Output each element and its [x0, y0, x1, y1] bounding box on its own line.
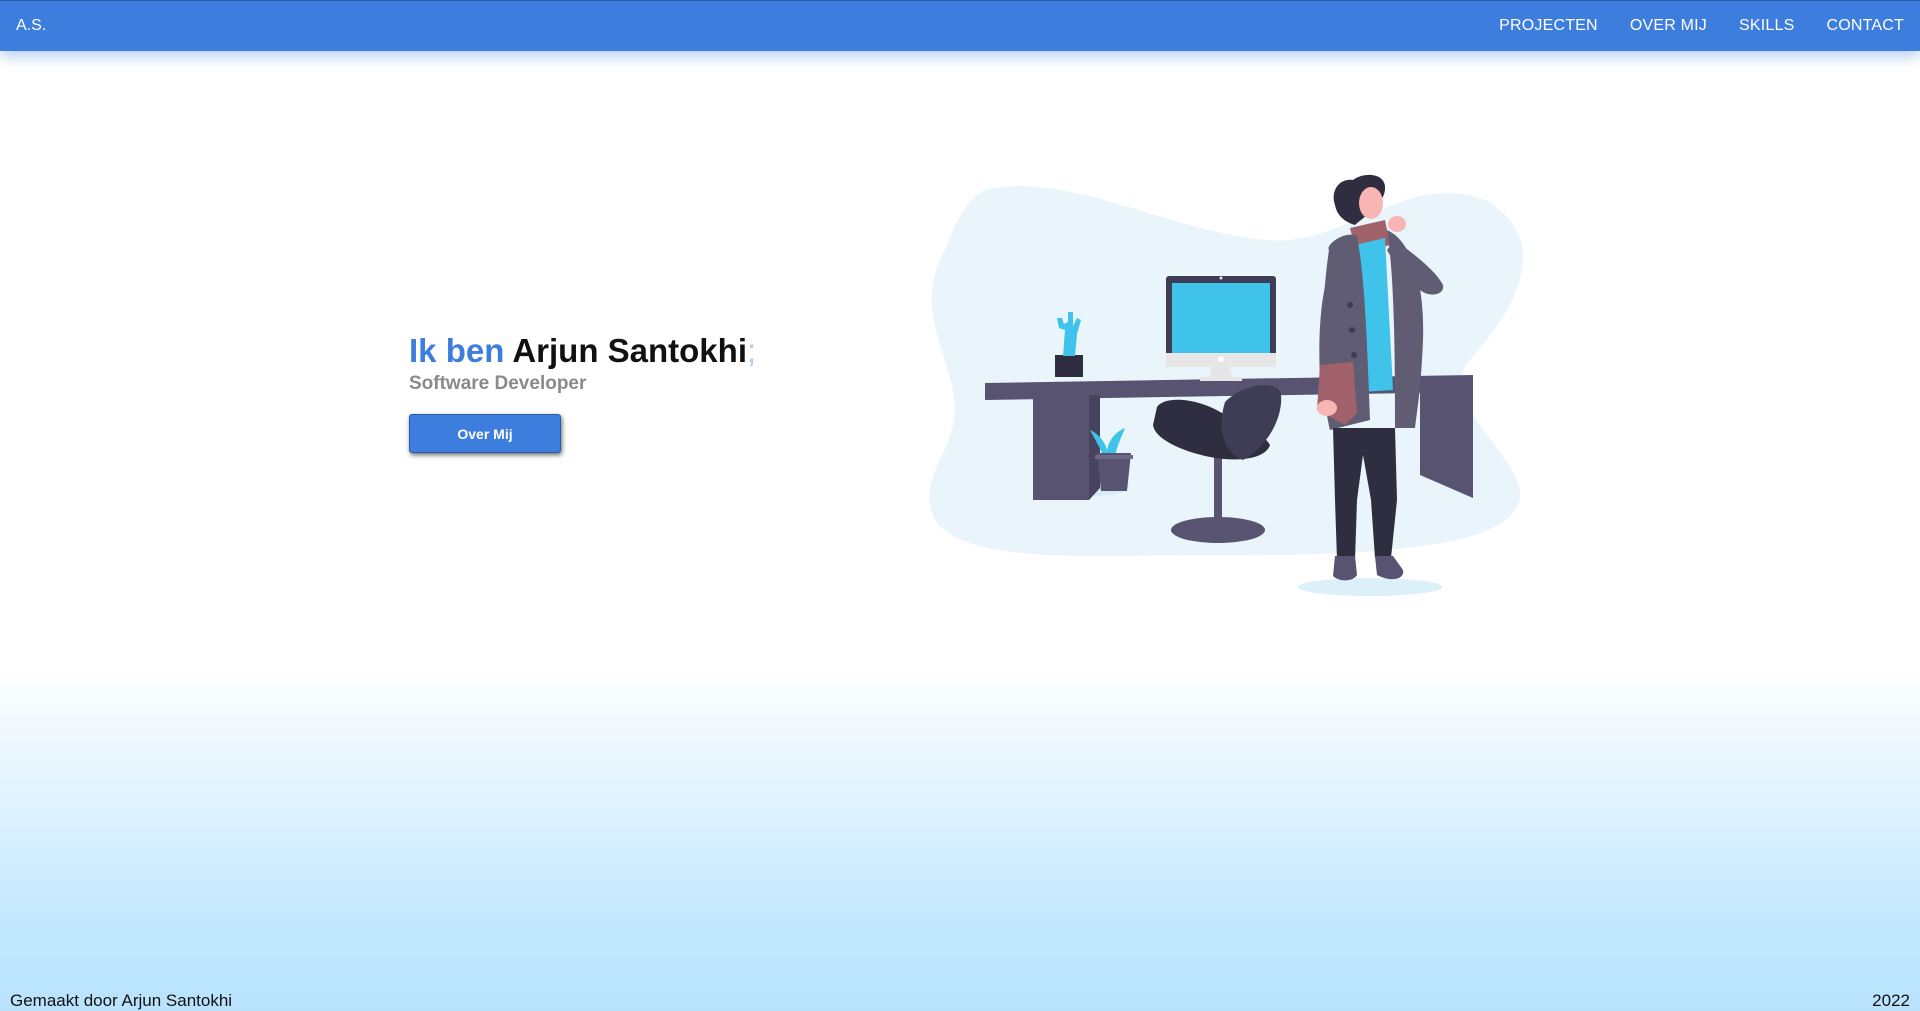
person-left-shoe: [1333, 556, 1357, 581]
monitor-camera: [1219, 276, 1223, 280]
hero-subtitle: Software Developer: [409, 373, 587, 395]
hero-greeting: Ik ben: [409, 332, 505, 369]
cactus-pot: [1055, 355, 1083, 377]
person-hand-down: [1317, 400, 1337, 416]
monitor-stand-base: [1200, 377, 1242, 381]
person-at-desk-illustration: [929, 174, 1523, 596]
person-hand-up: [1388, 216, 1406, 232]
nav-link-skills[interactable]: SKILLS: [1739, 17, 1794, 35]
nav-links: PROJECTEN OVER MIJ SKILLS CONTACT: [1499, 17, 1904, 35]
monitor-button: [1218, 356, 1224, 362]
footer-year: 2022: [1872, 991, 1910, 1010]
desk-left-leg-side: [1089, 395, 1100, 500]
chair-post: [1214, 457, 1222, 530]
person-face: [1359, 187, 1383, 219]
desk-left-leg: [1033, 395, 1089, 500]
coat-button-3: [1351, 352, 1357, 358]
plant-pot-rim: [1095, 455, 1133, 459]
nav-link-contact[interactable]: CONTACT: [1826, 17, 1904, 35]
nav-link-over-mij[interactable]: OVER MIJ: [1630, 17, 1707, 35]
coat-button-1: [1347, 302, 1353, 308]
top-navbar: A.S. PROJECTEN OVER MIJ SKILLS CONTACT: [0, 0, 1920, 51]
nav-link-projecten[interactable]: PROJECTEN: [1499, 17, 1598, 35]
person-shadow: [1298, 578, 1442, 596]
footer-credit: Gemaakt door Arjun Santokhi: [10, 991, 233, 1010]
person-right-shoe: [1375, 556, 1404, 580]
hero-title: Ik ben Arjun Santokhi;: [409, 332, 757, 369]
typing-cursor: ;: [747, 332, 757, 369]
coat-button-2: [1349, 327, 1355, 333]
monitor-screen: [1172, 283, 1270, 353]
hero-name: Arjun Santokhi: [512, 332, 747, 369]
hero-section: Ik ben Arjun Santokhi; Software Develope…: [409, 332, 757, 454]
brand-logo[interactable]: A.S.: [16, 17, 46, 35]
over-mij-button[interactable]: Over Mij: [409, 414, 561, 454]
